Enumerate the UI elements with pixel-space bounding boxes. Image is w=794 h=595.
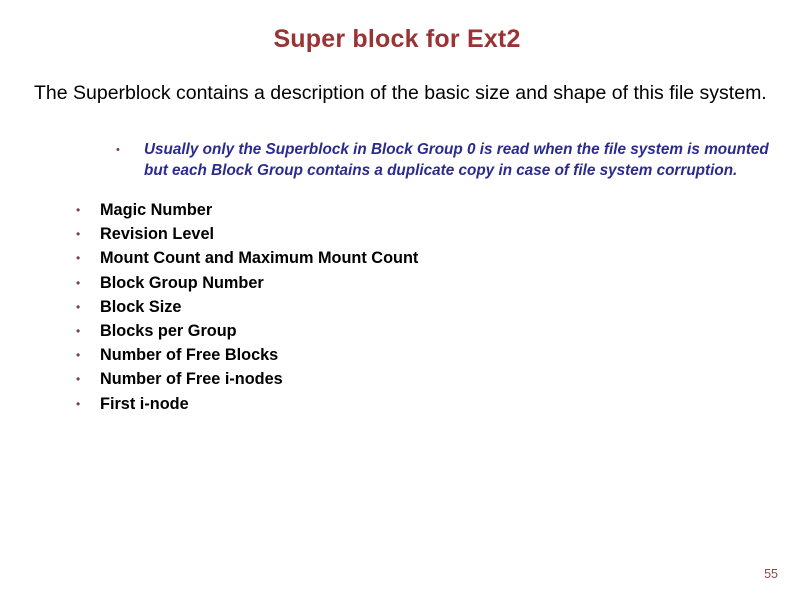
list-item: • Revision Level [62,222,762,246]
list-item: • Mount Count and Maximum Mount Count [62,246,762,270]
list-item: • Number of Free i-nodes [62,367,762,391]
bullet-dot-icon: • [76,348,81,363]
list-item-label: First i-node [100,394,189,413]
bullet-dot-icon: • [76,275,81,290]
bullet-list: • Magic Number • Revision Level • Mount … [62,198,762,416]
list-item: • Number of Free Blocks [62,343,762,367]
page-title: Super block for Ext2 [273,25,521,53]
slide-canvas: Super block for Ext2 The Superblock cont… [0,0,794,595]
list-item-label: Number of Free i-nodes [100,370,283,389]
sub-bullet-text: Usually only the Superblock in Block Gro… [144,141,769,179]
list-item-label: Block Group Number [100,273,264,292]
bullet-dot-icon: • [76,396,81,411]
list-item-label: Blocks per Group [100,321,237,340]
bullet-dot-icon: • [76,227,81,242]
list-item: • Magic Number [62,198,762,222]
list-item: • Block Group Number [62,271,762,295]
list-item-label: Revision Level [100,225,215,244]
list-item-label: Magic Number [100,201,213,219]
list-item-label: Block Size [100,297,182,316]
bullet-dot-icon: • [116,144,120,156]
bullet-dot-icon: • [76,372,81,387]
list-item: • First i-node [62,392,762,416]
lead-paragraph-text: The Superblock contains a description of… [34,82,767,104]
list-item: • Block Size [62,295,762,319]
list-item-label: Mount Count and Maximum Mount Count [100,249,419,268]
list-item: • Blocks per Group [62,319,762,343]
bullet-dot-icon: • [76,299,81,314]
bullet-dot-icon: • [76,251,81,266]
bullet-dot-icon: • [76,203,81,217]
page-number: 55 [764,567,778,581]
lead-paragraph: The Superblock contains a description of… [34,80,789,107]
bullet-dot-icon: • [76,323,81,338]
sub-bullet-item: • Usually only the Superblock in Block G… [114,140,779,181]
list-item-label: Number of Free Blocks [100,346,279,365]
